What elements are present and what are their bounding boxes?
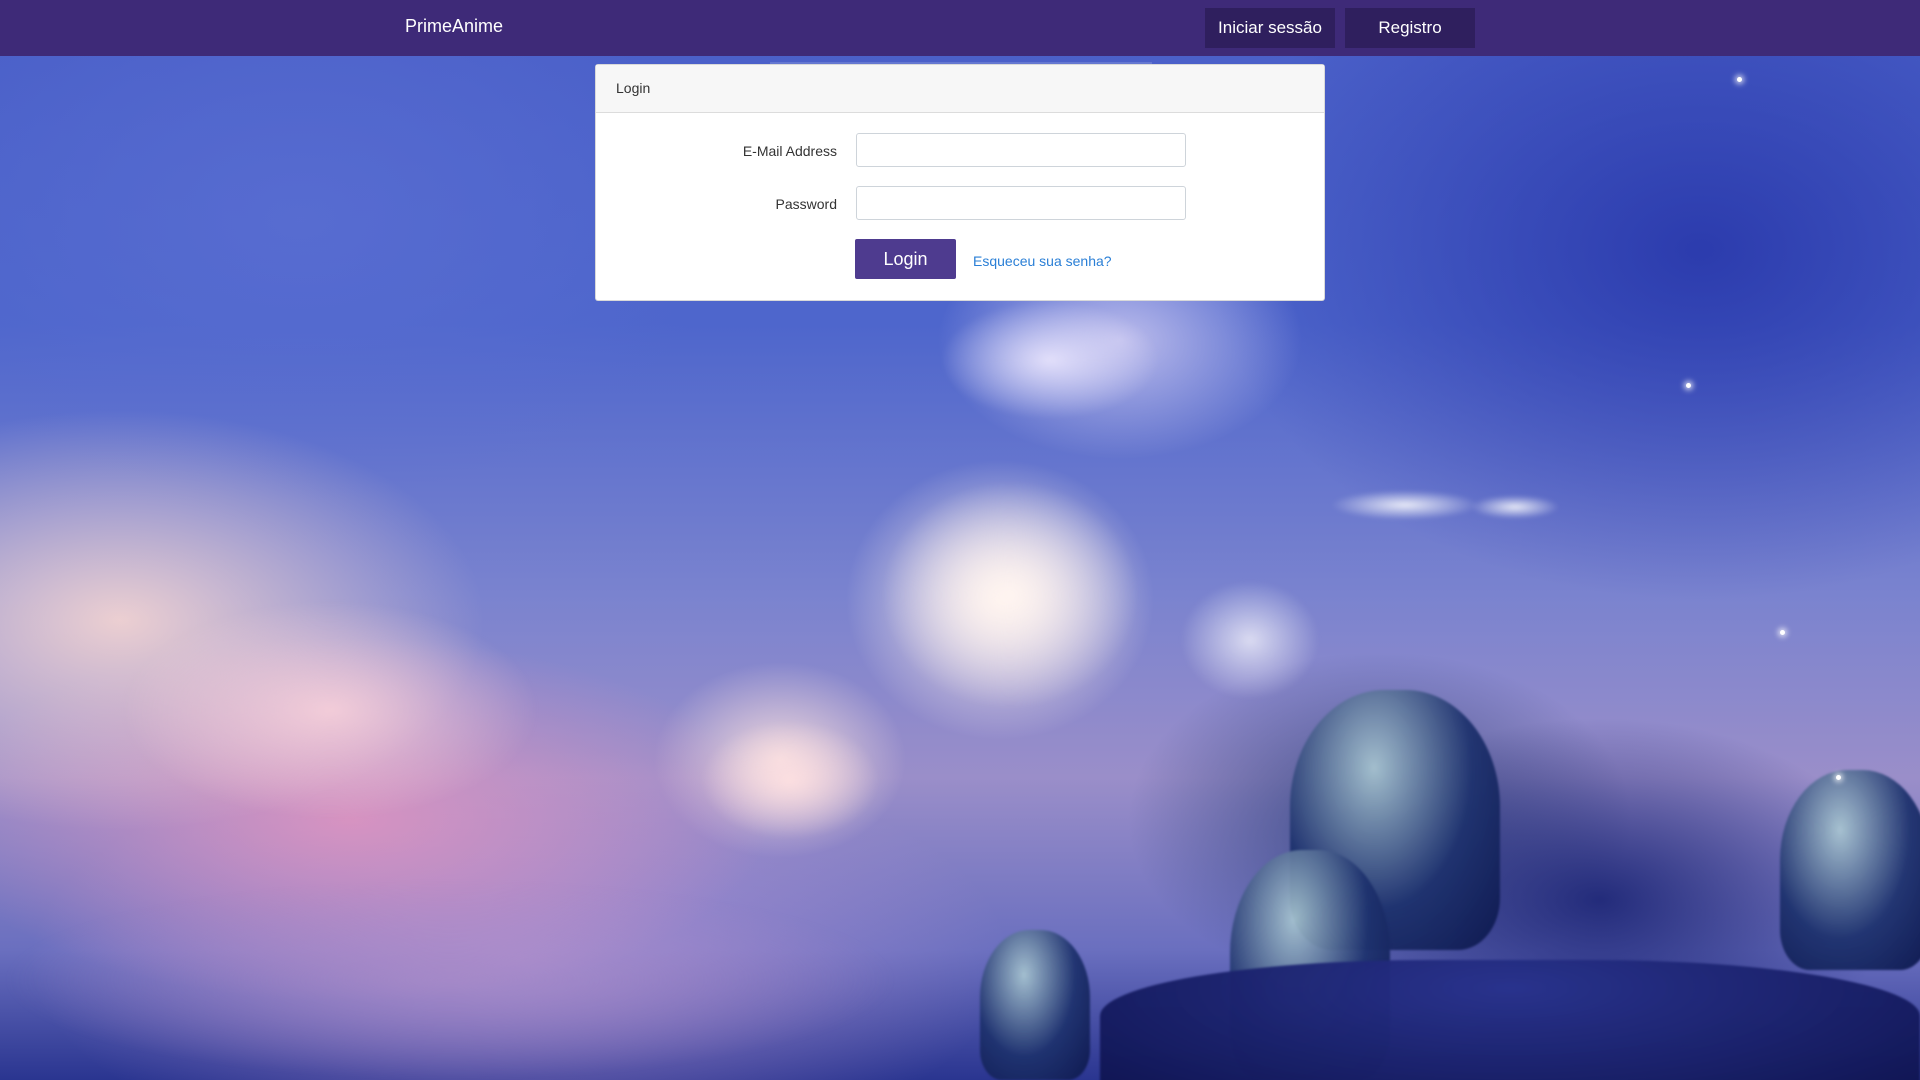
cloud <box>120 600 540 820</box>
password-row: Password <box>596 186 1324 222</box>
star <box>1836 775 1841 780</box>
tree-silhouette <box>1780 770 1920 970</box>
cloud <box>1180 580 1320 700</box>
cloud <box>1470 495 1560 519</box>
navbar: PrimeAnime Iniciar sessão Registro <box>0 0 1920 56</box>
cloud <box>940 300 1160 420</box>
page: PrimeAnime Iniciar sessão Registro Login… <box>0 0 1920 1080</box>
login-nav-button[interactable]: Iniciar sessão <box>1205 8 1335 48</box>
tree-silhouette <box>1100 960 1920 1080</box>
star <box>1780 630 1785 635</box>
star <box>1737 77 1742 82</box>
email-label: E-Mail Address <box>742 143 837 159</box>
card-header: Login <box>596 65 1324 113</box>
tree-silhouette <box>980 930 1090 1080</box>
email-row: E-Mail Address <box>596 133 1324 169</box>
login-submit-button[interactable]: Login <box>855 239 956 279</box>
brand-link[interactable]: PrimeAnime <box>405 16 503 37</box>
register-nav-button[interactable]: Registro <box>1345 8 1475 48</box>
star <box>1686 383 1691 388</box>
login-card: Login E-Mail Address Password Login Esqu… <box>595 64 1325 301</box>
password-input[interactable] <box>856 186 1186 220</box>
email-input[interactable] <box>856 133 1186 167</box>
cloud <box>700 720 880 840</box>
forgot-password-link[interactable]: Esqueceu sua senha? <box>973 253 1112 269</box>
cloud <box>1330 490 1480 520</box>
cloud <box>880 480 1140 710</box>
password-label: Password <box>775 196 837 212</box>
cloud <box>0 880 900 1080</box>
